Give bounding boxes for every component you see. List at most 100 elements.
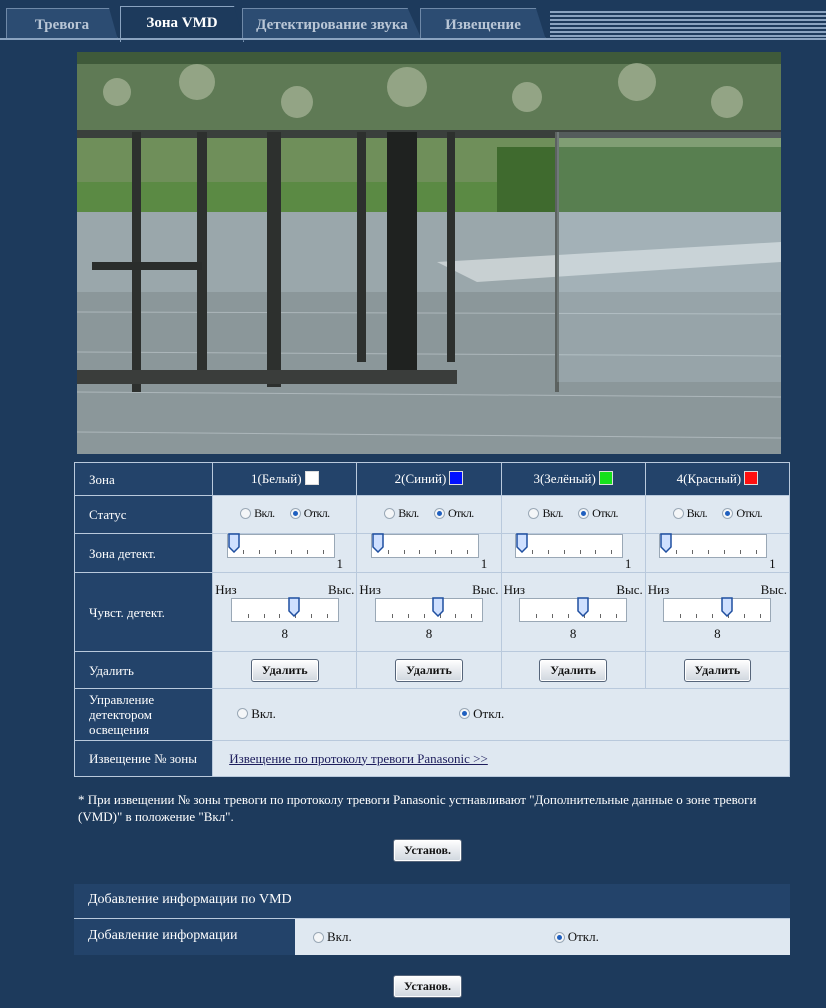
status-on-radio[interactable]: Вкл. bbox=[528, 506, 563, 521]
status-on-radio[interactable]: Вкл. bbox=[384, 506, 419, 521]
delete-zone-button[interactable]: Удалить bbox=[539, 658, 608, 682]
slider-tick bbox=[311, 614, 313, 618]
tab-vmd-zone[interactable]: Зона VMD bbox=[120, 6, 244, 42]
slider-tick bbox=[743, 614, 745, 618]
slider-tick bbox=[579, 550, 581, 554]
slider-tick bbox=[327, 614, 329, 618]
slider-thumb-icon[interactable] bbox=[721, 597, 733, 617]
tab-notification[interactable]: Извещение bbox=[420, 8, 546, 40]
zone-header-4: 4(Красный) bbox=[644, 462, 791, 496]
sensitivity-slider[interactable] bbox=[374, 597, 483, 622]
slider-tick bbox=[471, 614, 473, 618]
delete-zone-button[interactable]: Удалить bbox=[683, 658, 752, 682]
status-cell-4: Вкл. Откл. bbox=[644, 495, 791, 534]
slider-tick bbox=[419, 550, 421, 554]
slider-tick bbox=[680, 614, 682, 618]
sensitivity-value: 8 bbox=[281, 626, 289, 641]
slider-tick bbox=[563, 550, 565, 554]
slider-tick bbox=[275, 550, 277, 554]
slider-tick bbox=[599, 614, 601, 618]
slider-tick bbox=[455, 614, 457, 618]
delete-label: Удалить bbox=[73, 651, 214, 689]
detect-area-value: 1 bbox=[624, 556, 632, 571]
slider-tick bbox=[707, 550, 709, 554]
slider-tick bbox=[435, 550, 437, 554]
slider-tick bbox=[551, 614, 553, 618]
status-off-radio[interactable]: Откл. bbox=[289, 506, 330, 521]
light-control-on-radio[interactable]: Вкл. bbox=[237, 706, 276, 722]
detect-area-cell: 1 bbox=[500, 533, 646, 573]
detect-area-cell: 1 bbox=[644, 533, 791, 573]
zone-header-1: 1(Белый) bbox=[212, 462, 358, 496]
vmd-info-on-radio[interactable]: Вкл. bbox=[313, 929, 352, 945]
detect-area-slider[interactable] bbox=[659, 533, 768, 558]
detect-area-cell: 1 bbox=[356, 533, 502, 573]
tab-bar-decoration bbox=[550, 9, 826, 37]
slider-tick bbox=[403, 550, 405, 554]
sensitivity-cell: Низ Выс. 8 bbox=[644, 572, 791, 652]
set-button-vmd-info[interactable]: Установ. bbox=[393, 975, 462, 998]
sensitivity-value: 8 bbox=[714, 626, 721, 641]
slider-thumb-icon[interactable] bbox=[660, 533, 672, 553]
detect-area-slider[interactable] bbox=[226, 533, 335, 558]
zone-header-2: 2(Синий) bbox=[356, 462, 502, 496]
camera-preview[interactable] bbox=[77, 52, 781, 454]
slider-thumb-icon[interactable] bbox=[432, 597, 445, 617]
detect-area-value: 1 bbox=[336, 556, 344, 571]
sensitivity-slider[interactable] bbox=[230, 597, 339, 622]
panasonic-alarm-notification-link[interactable]: Извещение по протоколу тревоги Panasonic… bbox=[229, 751, 488, 766]
camera-scene bbox=[77, 52, 781, 454]
slider-tick bbox=[279, 614, 281, 618]
slider-tick bbox=[391, 614, 393, 618]
slider-thumb-icon[interactable] bbox=[288, 597, 300, 617]
slider-tick bbox=[467, 550, 469, 554]
tab-audio-detection[interactable]: Детектирование звука bbox=[242, 8, 422, 40]
slider-tick bbox=[259, 550, 261, 554]
tab-alarm[interactable]: Тревога bbox=[6, 8, 118, 40]
vmd-info-section: Добавление информации по VMD Добавление … bbox=[74, 884, 790, 955]
slider-tick bbox=[755, 550, 757, 554]
note-text: * При извещении № зоны тревоги по проток… bbox=[78, 792, 757, 824]
light-control-label: Управление детектором освещения bbox=[73, 688, 214, 741]
slider-thumb-icon[interactable] bbox=[576, 597, 589, 617]
slider-tick bbox=[322, 550, 324, 554]
sensitivity-cell: Низ Выс. 8 bbox=[212, 572, 358, 652]
detect-area-slider[interactable] bbox=[370, 533, 479, 558]
status-cell-2: Вкл. Откл. bbox=[356, 495, 502, 534]
zone-label: Зона bbox=[73, 462, 214, 496]
sensitivity-slider[interactable] bbox=[519, 597, 628, 622]
sensitivity-cell: Низ Выс. 8 bbox=[500, 572, 646, 652]
slider-tick bbox=[615, 614, 617, 618]
slider-tick bbox=[595, 550, 597, 554]
slider-thumb-icon[interactable] bbox=[516, 533, 528, 553]
delete-zone-button[interactable]: Удалить bbox=[395, 658, 463, 682]
zone-header-3: 3(Зелёный) bbox=[500, 462, 646, 496]
slider-tick bbox=[567, 614, 569, 618]
sensitivity-slider[interactable] bbox=[663, 597, 772, 622]
slider-thumb-icon[interactable] bbox=[227, 533, 240, 553]
set-button[interactable]: Установ. bbox=[393, 839, 462, 862]
status-label: Статус bbox=[73, 495, 214, 534]
status-on-radio[interactable]: Вкл. bbox=[672, 506, 708, 521]
slider-tick bbox=[712, 614, 714, 618]
sensitivity-cell: Низ Выс. 8 bbox=[356, 572, 502, 652]
detect-area-slider[interactable] bbox=[514, 533, 623, 558]
slider-tick bbox=[263, 614, 265, 618]
sensitivity-value: 8 bbox=[425, 626, 433, 641]
sensitivity-value: 8 bbox=[569, 626, 577, 641]
slider-tick bbox=[611, 550, 613, 554]
slider-tick bbox=[536, 614, 538, 618]
detect-area-value: 1 bbox=[480, 556, 488, 571]
notify-zone-label: Извещение № зоны bbox=[73, 740, 214, 777]
slider-thumb-icon[interactable] bbox=[371, 533, 384, 553]
status-off-radio[interactable]: Откл. bbox=[722, 506, 763, 521]
slider-tick bbox=[307, 550, 309, 554]
light-control-off-radio[interactable]: Откл. bbox=[459, 706, 504, 722]
notify-zone-cell: Извещение по протоколу тревоги Panasonic… bbox=[212, 740, 790, 777]
status-on-radio[interactable]: Вкл. bbox=[240, 506, 275, 521]
delete-zone-button[interactable]: Удалить bbox=[250, 658, 319, 682]
status-off-radio[interactable]: Откл. bbox=[433, 506, 474, 521]
slider-tick bbox=[759, 614, 761, 618]
status-off-radio[interactable]: Откл. bbox=[578, 506, 618, 521]
vmd-info-off-radio[interactable]: Откл. bbox=[553, 929, 599, 945]
